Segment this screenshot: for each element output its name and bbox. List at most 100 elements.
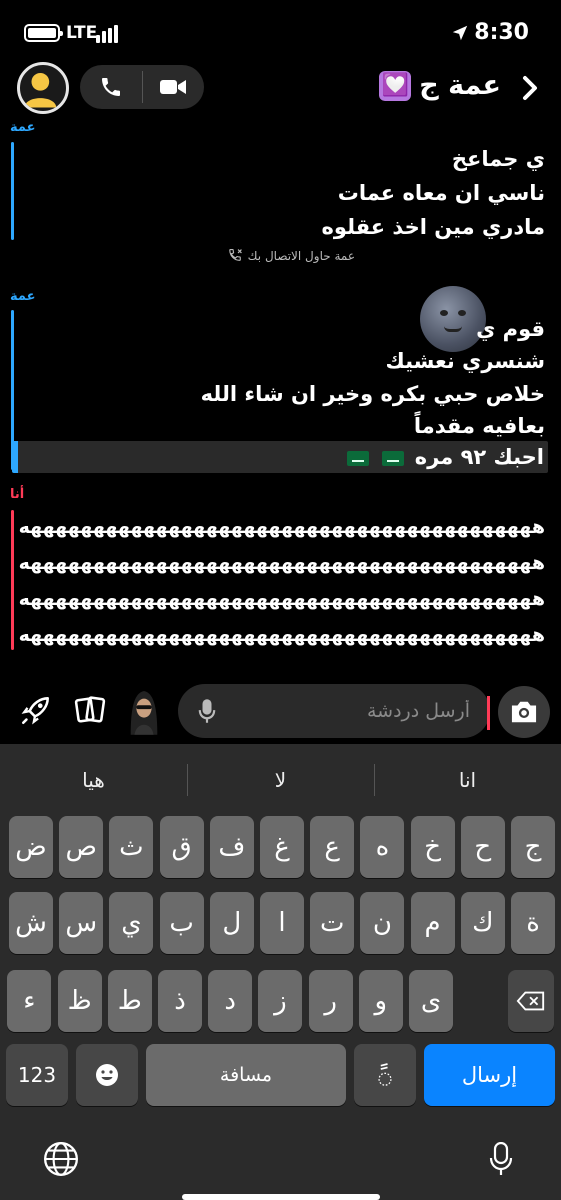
message-line: خلاص حبي بكره وخير ان شاء الله (200, 382, 545, 406)
letter-key[interactable]: ش (9, 892, 53, 954)
message-line: هههههههههههههههههههههههههههههههههههههههه… (18, 624, 545, 646)
chat-input[interactable] (240, 684, 470, 738)
letter-key[interactable]: ز (258, 970, 303, 1032)
message-line: هههههههههههههههههههههههههههههههههههههههه… (18, 588, 545, 610)
letter-key[interactable]: ن (360, 892, 405, 954)
message-line: هههههههههههههههههههههههههههههههههههههههه… (18, 552, 545, 574)
chat-input-container (178, 684, 490, 738)
letter-key[interactable]: و (358, 970, 403, 1032)
letter-key[interactable]: ا (260, 892, 304, 954)
heart-icon: 💟 (379, 70, 412, 101)
network-label: LTE (66, 23, 98, 43)
bitmoji-avatar-icon (130, 691, 158, 735)
keyboard: انا لا هيا جحخهعغفقثصض ةكمنتالبيسش ىورزدذط… (0, 744, 561, 1200)
chevron-right-icon[interactable] (521, 74, 539, 102)
letter-key[interactable]: م (410, 892, 455, 954)
letter-key[interactable]: ق (159, 816, 204, 878)
composer-bar (0, 676, 561, 744)
numbers-key[interactable]: 123 (6, 1044, 68, 1106)
letter-key[interactable]: خ (410, 816, 455, 878)
chat-title[interactable]: عمة ج 💟 (379, 70, 501, 101)
missed-call-icon (228, 248, 242, 261)
camera-button[interactable] (498, 686, 550, 738)
space-key[interactable]: مسافة (146, 1044, 346, 1106)
microphone-icon (489, 1142, 513, 1175)
divider (374, 764, 375, 796)
message-line: هههههههههههههههههههههههههههههههههههههههه… (18, 516, 545, 538)
letter-key[interactable]: ى (409, 970, 453, 1032)
emoji-key[interactable] (76, 1044, 138, 1106)
send-key[interactable]: إرسال (424, 1044, 555, 1106)
battery-icon (24, 24, 63, 42)
message-line: مادري مين اخذ عقلوه (321, 215, 545, 239)
clock: 8:30 (474, 20, 529, 45)
message-line: قوم ي (476, 317, 545, 341)
letter-key[interactable]: ف (209, 816, 254, 878)
letter-key[interactable]: ء (7, 970, 52, 1032)
letter-key[interactable]: د (208, 970, 253, 1032)
video-camera-icon (160, 80, 186, 94)
letter-key[interactable]: ل (209, 892, 254, 954)
suggestion-2[interactable]: لا (187, 758, 374, 802)
letter-key[interactable]: غ (260, 816, 304, 878)
bitmoji-button[interactable] (124, 684, 164, 738)
voice-call-button[interactable] (80, 65, 142, 109)
sender-label: عمة (10, 289, 36, 304)
backspace-key[interactable] (508, 970, 554, 1032)
letter-key[interactable]: ر (308, 970, 353, 1032)
letter-key[interactable]: ه (360, 816, 405, 878)
quoted-message[interactable]: احبك ٩٢ مره (12, 441, 548, 473)
suggestion-3[interactable]: هيا (0, 758, 187, 802)
dictation-button[interactable] (478, 1136, 524, 1182)
camera-icon (511, 701, 537, 723)
letter-key[interactable]: ذ (158, 970, 202, 1032)
avatar[interactable] (17, 62, 69, 114)
missed-call-notice[interactable]: عمة حاول الاتصال بك (227, 247, 355, 264)
quoted-text: احبك ٩٢ مره (414, 445, 544, 469)
status-bar: LTE 8:30 (0, 0, 561, 62)
chat-thread: عمة ي جماعخ ناسي ان معاه عمات مادري مين … (0, 116, 561, 676)
letter-key[interactable]: ط (107, 970, 152, 1032)
text-cursor (487, 696, 490, 730)
quoted-text-row: احبك ٩٢ مره (344, 440, 544, 474)
message-line: ي جماعخ (451, 147, 545, 171)
diacritics-key[interactable] (354, 1044, 416, 1106)
phone-icon (102, 78, 120, 96)
notice-text: عمة حاول الاتصال بك (247, 248, 355, 263)
location-arrow-icon (452, 25, 468, 41)
letter-key[interactable]: ج (511, 816, 555, 878)
letter-key[interactable]: ح (460, 816, 505, 878)
sender-label: أنا (10, 487, 25, 502)
backspace-icon (516, 991, 545, 1011)
globe-icon (44, 1142, 78, 1176)
letter-key[interactable]: ت (310, 892, 355, 954)
message-bar (11, 142, 14, 240)
letter-key[interactable]: ك (460, 892, 505, 954)
letter-key[interactable]: ع (310, 816, 355, 878)
tanween-icon (378, 1063, 392, 1086)
message-line: بعافيه مقدماً (413, 414, 545, 438)
chat-header: عمة ج 💟 (0, 62, 561, 116)
rocket-icon (21, 697, 49, 725)
message-line: ناسي ان معاه عمات (337, 181, 545, 205)
emoji-icon (96, 1064, 118, 1086)
bitmoji-icon (24, 72, 57, 108)
globe-button[interactable] (38, 1136, 84, 1182)
letter-key[interactable]: ظ (57, 970, 102, 1032)
letter-key[interactable]: ض (9, 816, 53, 878)
contact-name: عمة ج (419, 70, 501, 101)
letter-key[interactable]: س (59, 892, 104, 954)
letter-key[interactable]: ث (109, 816, 154, 878)
message-bar (11, 510, 14, 650)
stickers-button[interactable] (68, 688, 112, 732)
call-controls (80, 65, 204, 109)
video-call-button[interactable] (142, 65, 204, 109)
letter-key[interactable]: ي (109, 892, 154, 954)
saudi-flag-icon (382, 450, 405, 466)
microphone-icon[interactable] (198, 698, 216, 724)
letter-key[interactable]: ب (159, 892, 204, 954)
suggestion-1[interactable]: انا (374, 758, 561, 802)
letter-key[interactable]: ص (59, 816, 104, 878)
games-button[interactable] (14, 688, 58, 732)
letter-key[interactable]: ة (511, 892, 555, 954)
